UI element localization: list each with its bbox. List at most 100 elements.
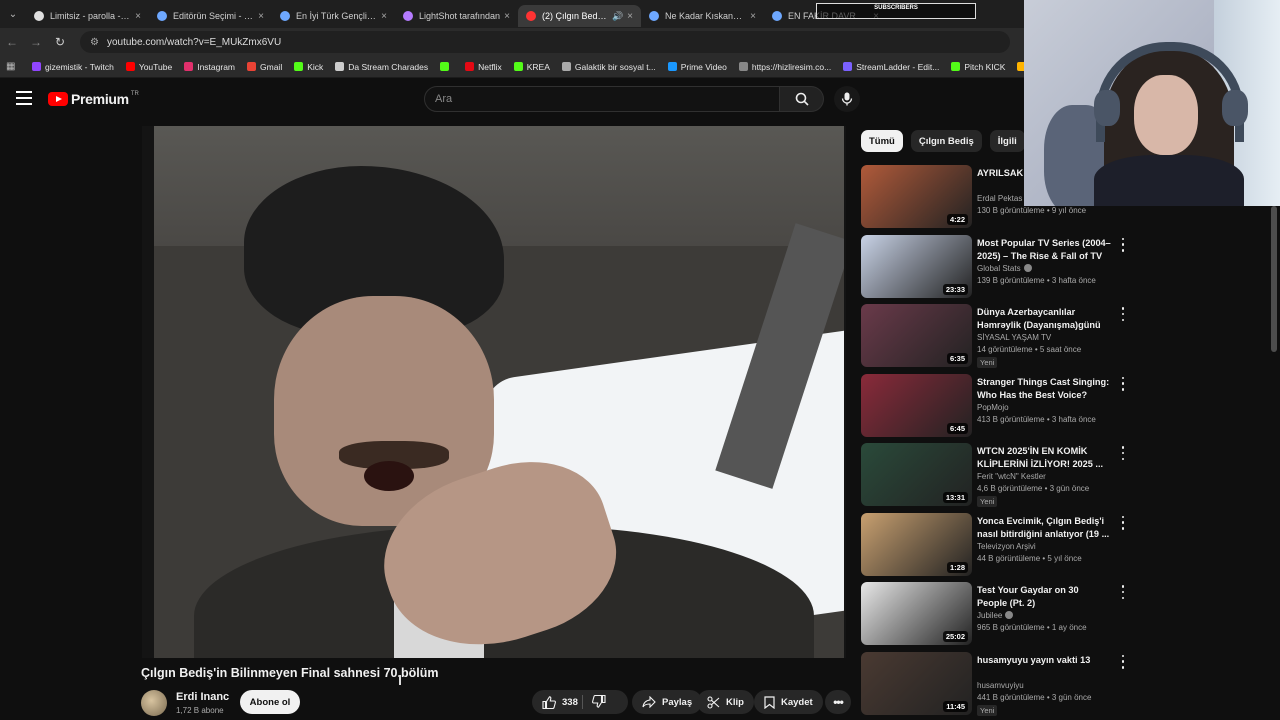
related-channel-name[interactable]: Televizyon Arşivi [977,542,1036,551]
video-thumbnail[interactable]: 1:28 [861,512,972,576]
more-vertical-icon[interactable] [1119,446,1127,460]
bookmark-item[interactable]: Gmail [247,62,282,72]
save-button[interactable]: Kaydet [754,690,823,714]
video-thumbnail[interactable]: 11:45 [861,651,972,715]
related-channel-name[interactable]: PopMojo [977,403,1009,412]
browser-tab[interactable]: Limitsiz - parolla - Ke × [26,5,149,27]
more-vertical-icon[interactable] [1119,307,1127,321]
browser-tab[interactable]: En İyi Türk Gençlik D × [272,5,395,27]
close-tab-icon[interactable]: × [258,11,264,22]
bookmark-label: Galaktik bir sosyal t... [574,61,656,72]
subscribe-button[interactable]: Abone ol [240,690,300,714]
more-vertical-icon[interactable] [1119,376,1127,391]
bookmark-item[interactable]: Netflix [465,62,502,72]
related-video-title[interactable]: Dünya Azerbaycanlılar Həmrəylik (Dayanış… [977,306,1111,332]
bookmark-item[interactable]: Prime Video [667,62,727,72]
bookmark-item[interactable]: Da Stream Charades [335,62,428,72]
bookmark-item[interactable]: gizemistik - Twitch [32,62,114,72]
related-video-item[interactable]: 1:28 Yonca Evcimik, Çılgın Bediş'i nasıl… [861,512,1271,577]
more-vertical-icon[interactable] [1119,237,1127,252]
related-video-title[interactable]: Yonca Evcimik, Çılgın Bediş'i nasıl biti… [977,515,1111,541]
bookmark-item[interactable]: StreamLadder - Edit... [843,62,939,72]
related-channel-label: Televizyon Arşivi [977,541,1036,551]
related-video-item[interactable]: 23:33 Most Popular TV Series (2004–2025)… [861,234,1271,299]
more-actions-button[interactable]: ••• [825,690,851,714]
more-vertical-icon[interactable] [1119,654,1127,669]
close-tab-icon[interactable]: × [381,11,387,22]
reload-icon[interactable]: ↻ [48,35,72,49]
page-scrollbar[interactable] [1271,206,1277,352]
related-video-item[interactable]: 13:31 WTCN 2025'İN EN KOMİK KLİPLERİNİ İ… [861,443,1271,507]
related-video-item[interactable]: 11:45 husamyuyu yayın vakti 13 husamvuyi… [861,651,1271,716]
related-video-title[interactable]: Most Popular TV Series (2004–2025) – The… [977,237,1111,263]
voice-search-button[interactable] [834,86,860,112]
tab-search-icon[interactable]: ⌄ [0,0,26,28]
back-icon[interactable]: ← [0,35,24,49]
hamburger-menu-icon[interactable] [16,91,32,105]
search-input[interactable] [435,93,779,105]
close-tab-icon[interactable]: × [750,11,756,22]
bookmark-item[interactable]: Galaktik bir sosyal t... [561,61,656,72]
video-thumbnail[interactable]: 6:45 [861,373,972,437]
related-channel-name[interactable]: Ferit "wtcN" Kestler [977,472,1046,481]
video-thumbnail[interactable]: 4:22 [861,165,972,228]
bookmark-item[interactable]: https://hizliresim.co... [738,62,831,72]
related-video-title[interactable]: husamyuyu yayın vakti 13 [977,654,1111,667]
tab-favicon [157,11,167,21]
close-tab-icon[interactable]: × [504,11,510,22]
search-button[interactable] [780,86,824,112]
related-channel-name[interactable]: Erdal Pektas [977,194,1022,203]
bookmark-item[interactable] [440,62,453,72]
filter-chip[interactable]: İlgili [989,130,1025,152]
video-thumbnail[interactable]: 13:31 [861,443,972,506]
more-vertical-icon[interactable] [1119,515,1127,530]
tab-favicon [772,11,782,21]
filter-chip[interactable]: Çılgın Bediş [910,130,982,152]
apps-grid-icon[interactable]: ▦ [6,61,20,72]
site-info-icon[interactable]: ⚙ [90,37,99,48]
browser-tab[interactable]: (2) Çılgın Bediş'in 🔊 × [518,5,641,27]
share-button[interactable]: Paylaş [632,690,703,714]
video-thumbnail[interactable]: 25:02 [861,582,972,645]
filter-chip[interactable]: Tümü [861,130,903,152]
video-player[interactable] [142,126,846,658]
related-video-title[interactable]: WTCN 2025'İN EN KOMİK KLİPLERİNİ İZLİYOR… [977,445,1111,471]
channel-avatar[interactable] [141,690,167,716]
video-thumbnail[interactable]: 23:33 [861,234,972,298]
bookmark-item[interactable]: Pitch KICK [951,62,1005,72]
like-count[interactable]: 338 [562,697,578,708]
thumbs-up-icon[interactable] [542,695,556,709]
related-video-title[interactable]: Test Your Gaydar on 30 People (Pt. 2) [977,584,1111,610]
url-field[interactable]: ⚙ youtube.com/watch?v=E_MUkZmx6VU [80,31,1010,53]
speaker-icon[interactable]: 🔊 [612,11,623,22]
related-video-title[interactable]: Stranger Things Cast Singing: Who Has th… [977,376,1111,402]
related-video-item[interactable]: 25:02 Test Your Gaydar on 30 People (Pt.… [861,582,1271,646]
bookmark-item[interactable]: Kick [294,62,323,72]
close-tab-icon[interactable]: × [135,11,141,22]
bookmark-item[interactable]: Instagram [184,62,235,72]
bookmark-item[interactable]: YouTube [125,62,172,72]
browser-tab[interactable]: Ne Kadar Kıskançsın × [641,5,764,27]
youtube-play-icon [48,92,68,106]
new-badge: Yeni [977,496,998,507]
related-channel-name[interactable]: husamvuyiyu [977,681,1024,690]
browser-tab[interactable]: LightShot tarafından × [395,5,518,27]
related-video-item[interactable]: 6:45 Stranger Things Cast Singing: Who H… [861,373,1271,438]
thumbs-down-icon[interactable] [592,695,606,708]
related-video-item[interactable]: 6:35 Dünya Azerbaycanlılar Həmrəylik (Da… [861,304,1271,368]
bookmark-favicon [440,62,450,71]
video-thumbnail[interactable]: 6:35 [861,304,972,367]
close-tab-icon[interactable]: × [627,11,633,22]
browser-tab[interactable]: Editörün Seçimi - Tur × [149,5,272,27]
related-channel-name[interactable]: Global Stats [977,263,1032,273]
tab-favicon [649,11,659,21]
clip-button[interactable]: Klip [697,690,754,714]
channel-name[interactable]: Erdi Inanc [176,691,229,703]
related-channel-name[interactable]: SİYASAL YAŞAM TV [977,333,1051,342]
youtube-premium-logo[interactable]: Premium TR [48,91,139,107]
related-channel-name[interactable]: Jubilee [977,611,1014,620]
forward-icon[interactable]: → [24,35,48,49]
bookmark-item[interactable]: KREA [513,62,550,72]
related-video-meta: 965 B görüntüleme • 1 ay önce [977,623,1087,632]
more-vertical-icon[interactable] [1119,585,1127,599]
